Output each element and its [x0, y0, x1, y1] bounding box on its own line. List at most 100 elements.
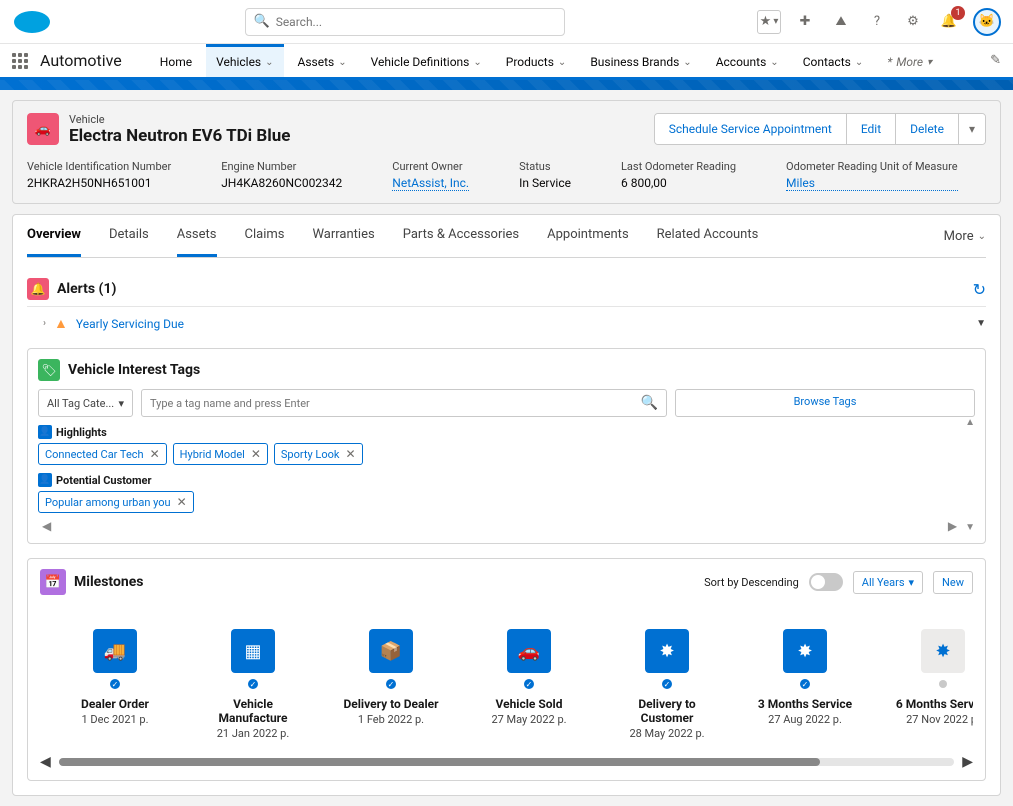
sort-toggle[interactable] — [809, 573, 843, 591]
dot-icon — [939, 680, 947, 688]
check-icon: ✓ — [522, 677, 536, 691]
year-filter-dropdown[interactable]: All Years▾ — [853, 571, 923, 594]
new-milestone-button[interactable]: New — [933, 571, 973, 594]
scrollbar-thumb[interactable] — [59, 758, 820, 766]
milestone-name: Vehicle Sold — [496, 697, 563, 711]
nav-vehicles[interactable]: Vehicles⌄ — [206, 44, 283, 77]
field-owner: Current OwnerNetAssist, Inc. — [392, 160, 469, 191]
global-header: 🔍 ★▾ ✚ ⛰ ? ⚙ 🔔1 🐱 — [0, 0, 1013, 44]
edit-nav-icon[interactable]: ✎ — [990, 53, 1001, 68]
remove-tag-icon[interactable]: ✕ — [150, 447, 160, 461]
tag-input-wrap[interactable]: 🔍 — [141, 389, 667, 417]
remove-tag-icon[interactable]: ✕ — [345, 447, 355, 461]
setup-gear-icon[interactable]: ⚙ — [901, 10, 925, 34]
milestones-track: 🚚 ✓ Dealer Order 1 Dec 2021 p. ▦ ✓ Vehic… — [40, 619, 973, 748]
global-search[interactable]: 🔍 — [245, 8, 565, 36]
refresh-icon[interactable]: ↻ — [973, 280, 986, 299]
nav-home[interactable]: Home — [150, 44, 202, 77]
scroll-left-icon[interactable]: ◀ — [42, 519, 51, 533]
unit-link[interactable]: Miles — [786, 176, 958, 191]
milestone-item[interactable]: 🚗 ✓ Vehicle Sold 27 May 2022 p. — [474, 629, 584, 726]
milestone-item[interactable]: 🚚 ✓ Dealer Order 1 Dec 2021 p. — [60, 629, 170, 726]
milestone-item[interactable]: 📦 ✓ Delivery to Dealer 1 Feb 2022 p. — [336, 629, 446, 726]
favorites-button[interactable]: ★▾ — [757, 10, 781, 34]
nav-accounts[interactable]: Accounts⌄ — [706, 44, 789, 77]
tabs-more[interactable]: More⌄ — [944, 217, 986, 256]
nav-products[interactable]: Products⌄ — [496, 44, 577, 77]
user-avatar[interactable]: 🐱 — [973, 8, 1001, 36]
scrollbar-track[interactable] — [59, 758, 954, 766]
tag-group-potential-customer: 👤Potential Customer Popular among urban … — [38, 473, 961, 513]
scroll-down-icon[interactable]: ▼ — [965, 522, 975, 533]
schedule-service-button[interactable]: Schedule Service Appointment — [655, 114, 847, 144]
chevron-right-icon: › — [43, 318, 46, 329]
tags-title: Vehicle Interest Tags — [68, 362, 200, 378]
milestone-item[interactable]: ▦ ✓ Vehicle Manufacture 21 Jan 2022 p. — [198, 629, 308, 740]
milestone-item[interactable]: ✸ ✓ Delivery to Customer 28 May 2022 p. — [612, 629, 722, 740]
milestone-date: 27 May 2022 p. — [491, 713, 566, 726]
alert-item[interactable]: › ▲ Yearly Servicing Due ▼ — [27, 306, 986, 340]
tag-category-dropdown[interactable]: All Tag Cate...▾ — [38, 389, 133, 417]
field-odometer: Last Odometer Reading6 800,00 — [621, 160, 736, 191]
salesforce-logo — [12, 8, 52, 36]
tab-overview[interactable]: Overview — [27, 215, 81, 257]
help-icon[interactable]: ? — [865, 10, 889, 34]
vehicle-icon: 🚗 — [27, 113, 59, 145]
alert-text: Yearly Servicing Due — [76, 317, 184, 331]
more-actions-button[interactable]: ▾ — [959, 114, 985, 144]
scroll-right-icon[interactable]: ▶ — [962, 754, 973, 770]
search-icon: 🔍 — [254, 14, 270, 29]
nav-assets[interactable]: Assets⌄ — [288, 44, 357, 77]
remove-tag-icon[interactable]: ✕ — [177, 495, 187, 509]
nav-business-brands[interactable]: Business Brands⌄ — [580, 44, 701, 77]
tags-section: 🏷 Vehicle Interest Tags All Tag Cate...▾… — [27, 348, 986, 544]
tab-assets[interactable]: Assets — [177, 215, 217, 257]
tab-appointments[interactable]: Appointments — [547, 215, 629, 257]
nav-contacts[interactable]: Contacts⌄ — [793, 44, 874, 77]
trailhead-icon[interactable]: ⛰ — [829, 10, 853, 34]
record-actions: Schedule Service Appointment Edit Delete… — [654, 113, 986, 145]
nav-vehicle-definitions[interactable]: Vehicle Definitions⌄ — [361, 44, 492, 77]
milestone-item[interactable]: ✸ ✓ 3 Months Service 27 Aug 2022 p. — [750, 629, 860, 726]
owner-link[interactable]: NetAssist, Inc. — [392, 176, 469, 191]
nav-more[interactable]: * More▾ — [877, 44, 942, 77]
tag-chip[interactable]: Hybrid Model✕ — [173, 443, 268, 465]
add-button[interactable]: ✚ — [793, 10, 817, 34]
warning-icon: ▲ — [54, 315, 68, 332]
alerts-section: 🔔 Alerts (1) ↻ › ▲ Yearly Servicing Due … — [27, 272, 986, 340]
remove-tag-icon[interactable]: ✕ — [251, 447, 261, 461]
caret-down-icon[interactable]: ▼ — [976, 318, 986, 329]
browse-tags-button[interactable]: Browse Tags — [675, 389, 975, 417]
tab-parts[interactable]: Parts & Accessories — [403, 215, 519, 257]
scroll-up-icon[interactable]: ▲ — [965, 417, 975, 428]
tag-chip[interactable]: Popular among urban you✕ — [38, 491, 194, 513]
alerts-title: Alerts (1) — [57, 281, 116, 297]
bell-icon: 🔔 — [27, 278, 49, 300]
scroll-left-icon[interactable]: ◀ — [40, 754, 51, 770]
milestone-name: Vehicle Manufacture — [198, 697, 308, 725]
horizontal-scrollbar: ◀ ▶ — [40, 754, 973, 770]
tag-chip[interactable]: Sporty Look✕ — [274, 443, 363, 465]
search-input[interactable] — [276, 15, 556, 29]
tab-related-accounts[interactable]: Related Accounts — [657, 215, 759, 257]
milestone-item[interactable]: ✸ 6 Months Service 27 Nov 2022 p. — [888, 629, 973, 726]
tab-claims[interactable]: Claims — [245, 215, 285, 257]
delete-button[interactable]: Delete — [896, 114, 959, 144]
tab-warranties[interactable]: Warranties — [312, 215, 374, 257]
app-nav: Automotive Home Vehicles⌄ Assets⌄ Vehicl… — [0, 44, 1013, 80]
person-icon: 👤 — [38, 473, 52, 487]
tag-chip[interactable]: Connected Car Tech✕ — [38, 443, 167, 465]
field-status: StatusIn Service — [519, 160, 571, 191]
tag-input[interactable] — [150, 397, 641, 410]
tab-details[interactable]: Details — [109, 215, 149, 257]
notifications-bell-icon[interactable]: 🔔1 — [937, 10, 961, 34]
record-header: 🚗 Vehicle Electra Neutron EV6 TDi Blue S… — [12, 100, 1001, 204]
edit-button[interactable]: Edit — [847, 114, 896, 144]
app-launcher-icon[interactable] — [12, 53, 28, 69]
milestone-icon: 🚚 — [93, 629, 137, 673]
scroll-right-icon[interactable]: ▶ — [948, 519, 957, 533]
milestone-name: 3 Months Service — [758, 697, 852, 711]
tag-group-highlights: 👤Highlights Connected Car Tech✕ Hybrid M… — [38, 425, 961, 465]
milestone-date: 1 Feb 2022 p. — [358, 713, 424, 726]
milestone-icon: ✸ — [921, 629, 965, 673]
